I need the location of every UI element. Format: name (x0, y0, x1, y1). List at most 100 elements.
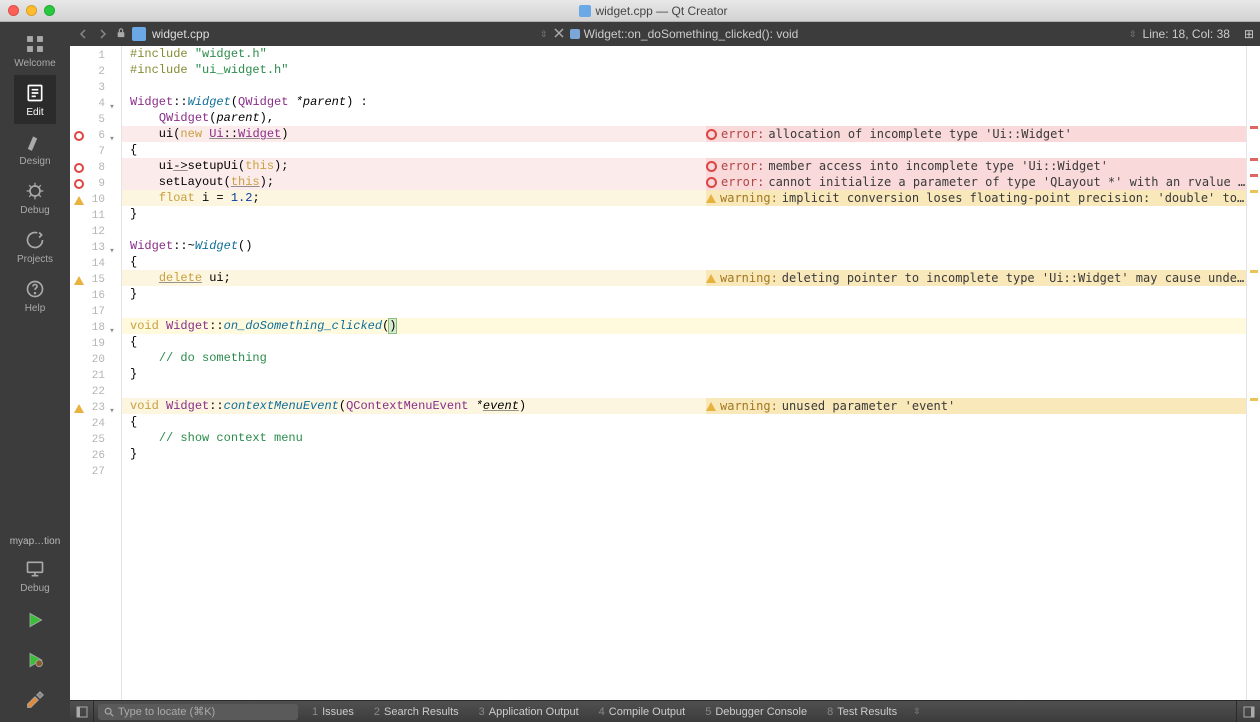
output-pane-search-results[interactable]: 2Search Results (364, 701, 469, 722)
ruler-mark[interactable] (1250, 398, 1258, 401)
output-pane-application-output[interactable]: 3Application Output (469, 701, 589, 722)
fold-icon[interactable]: ▾ (107, 243, 117, 253)
code-line[interactable]: Widget::~Widget() (122, 238, 1246, 254)
inline-issue[interactable]: warning: unused parameter 'event' (706, 398, 1246, 414)
inline-issue[interactable]: error: member access into incomplete typ… (706, 158, 1246, 174)
inline-issue[interactable]: error: allocation of incomplete type 'Ui… (706, 126, 1246, 142)
nav-back-button[interactable] (76, 27, 90, 41)
symbol-navigator[interactable]: Widget::on_doSomething_clicked(): void (570, 27, 799, 41)
output-pane-issues[interactable]: 1Issues (302, 701, 364, 722)
code-line[interactable] (122, 222, 1246, 238)
code-line[interactable]: void Widget::on_doSomething_clicked() (122, 318, 1246, 334)
sidebar-item-edit[interactable]: Edit (14, 75, 56, 124)
error-marker-icon[interactable] (74, 179, 84, 189)
chevron-updown-icon[interactable]: ⇳ (1129, 29, 1137, 40)
gutter-row[interactable]: 14 (70, 256, 121, 272)
debug-run-button[interactable] (0, 642, 70, 682)
code-line[interactable]: } (122, 446, 1246, 462)
gutter-row[interactable]: 26 (70, 448, 121, 464)
code-editor[interactable]: 1234▾56▾78910111213▾1415161718▾192021222… (70, 46, 1260, 700)
code-line[interactable]: Widget::Widget(QWidget *parent) : (122, 94, 1246, 110)
gutter-row[interactable]: 8 (70, 160, 121, 176)
ruler-mark[interactable] (1250, 270, 1258, 273)
inline-issue[interactable]: error: cannot initialize a parameter of … (706, 174, 1246, 190)
toggle-sidebar-button[interactable] (70, 701, 94, 722)
gutter-row[interactable]: 15 (70, 272, 121, 288)
toggle-rightpane-button[interactable] (1236, 701, 1260, 722)
chevron-updown-icon[interactable]: ⇳ (540, 29, 548, 40)
gutter-row[interactable]: 16 (70, 288, 121, 304)
error-marker-icon[interactable] (74, 163, 84, 173)
output-pane-test-results[interactable]: 8Test Results (817, 701, 907, 722)
gutter-row[interactable]: 3 (70, 80, 121, 96)
cursor-position-label[interactable]: Line: 18, Col: 38 (1143, 27, 1230, 41)
error-marker-icon[interactable] (74, 131, 84, 141)
locator-input[interactable] (98, 704, 298, 720)
warning-marker-icon[interactable] (74, 276, 84, 285)
code-line[interactable]: { (122, 414, 1246, 430)
close-document-button[interactable] (554, 27, 564, 41)
gutter-row[interactable]: 27 (70, 464, 121, 480)
sidebar-item-projects[interactable]: Projects (14, 222, 56, 271)
fold-icon[interactable]: ▾ (107, 131, 117, 141)
gutter-row[interactable]: 1 (70, 48, 121, 64)
minimize-icon[interactable] (26, 5, 37, 16)
gutter-row[interactable]: 5 (70, 112, 121, 128)
gutter-row[interactable]: 18▾ (70, 320, 121, 336)
gutter-row[interactable]: 7 (70, 144, 121, 160)
warning-marker-icon[interactable] (74, 196, 84, 205)
sidebar-item-help[interactable]: Help (14, 271, 56, 320)
ruler-mark[interactable] (1250, 174, 1258, 177)
gutter-row[interactable]: 13▾ (70, 240, 121, 256)
code-line[interactable]: } (122, 206, 1246, 222)
code-line[interactable]: #include "ui_widget.h" (122, 62, 1246, 78)
inline-issue[interactable]: warning: deleting pointer to incomplete … (706, 270, 1246, 286)
code-line[interactable] (122, 462, 1246, 478)
code-line[interactable]: } (122, 366, 1246, 382)
code-line[interactable] (122, 302, 1246, 318)
split-icon[interactable]: ⊞ (1244, 27, 1254, 41)
ruler-mark[interactable] (1250, 190, 1258, 193)
code-line[interactable] (122, 382, 1246, 398)
gutter-row[interactable]: 4▾ (70, 96, 121, 112)
gutter-row[interactable]: 24 (70, 416, 121, 432)
fold-icon[interactable]: ▾ (107, 323, 117, 333)
gutter-row[interactable]: 12 (70, 224, 121, 240)
gutter-row[interactable]: 23▾ (70, 400, 121, 416)
close-icon[interactable] (8, 5, 19, 16)
code-line[interactable]: #include "widget.h" (122, 46, 1246, 62)
overview-ruler[interactable] (1246, 46, 1260, 700)
output-pane-debugger-console[interactable]: 5Debugger Console (695, 701, 817, 722)
gutter-row[interactable]: 25 (70, 432, 121, 448)
run-button[interactable] (0, 602, 70, 642)
code-line[interactable]: { (122, 142, 1246, 158)
nav-forward-button[interactable] (96, 27, 110, 41)
chevron-updown-icon[interactable]: ⇳ (907, 706, 927, 717)
gutter-row[interactable]: 17 (70, 304, 121, 320)
gutter-row[interactable]: 6▾ (70, 128, 121, 144)
gutter-row[interactable]: 2 (70, 64, 121, 80)
gutter-row[interactable]: 21 (70, 368, 121, 384)
gutter-row[interactable]: 22 (70, 384, 121, 400)
zoom-icon[interactable] (44, 5, 55, 16)
warning-marker-icon[interactable] (74, 404, 84, 413)
lock-icon[interactable] (116, 27, 126, 41)
sidebar-item-debug[interactable]: Debug (14, 173, 56, 222)
output-pane-compile-output[interactable]: 4Compile Output (589, 701, 696, 722)
sidebar-item-welcome[interactable]: Welcome (14, 26, 56, 75)
code-line[interactable]: { (122, 254, 1246, 270)
line-number-gutter[interactable]: 1234▾56▾78910111213▾1415161718▾192021222… (70, 46, 122, 700)
code-area[interactable]: #include "widget.h"#include "ui_widget.h… (122, 46, 1246, 700)
fold-icon[interactable]: ▾ (107, 99, 117, 109)
gutter-row[interactable]: 10 (70, 192, 121, 208)
ruler-mark[interactable] (1250, 158, 1258, 161)
inline-issue[interactable]: warning: implicit conversion loses float… (706, 190, 1246, 206)
locator-field[interactable] (118, 706, 292, 718)
code-line[interactable] (122, 78, 1246, 94)
code-line[interactable]: QWidget(parent), (122, 110, 1246, 126)
code-line[interactable]: } (122, 286, 1246, 302)
code-line[interactable]: { (122, 334, 1246, 350)
build-button[interactable] (0, 682, 70, 722)
project-kit-selector[interactable]: myap…tion (0, 532, 70, 551)
fold-icon[interactable]: ▾ (107, 403, 117, 413)
